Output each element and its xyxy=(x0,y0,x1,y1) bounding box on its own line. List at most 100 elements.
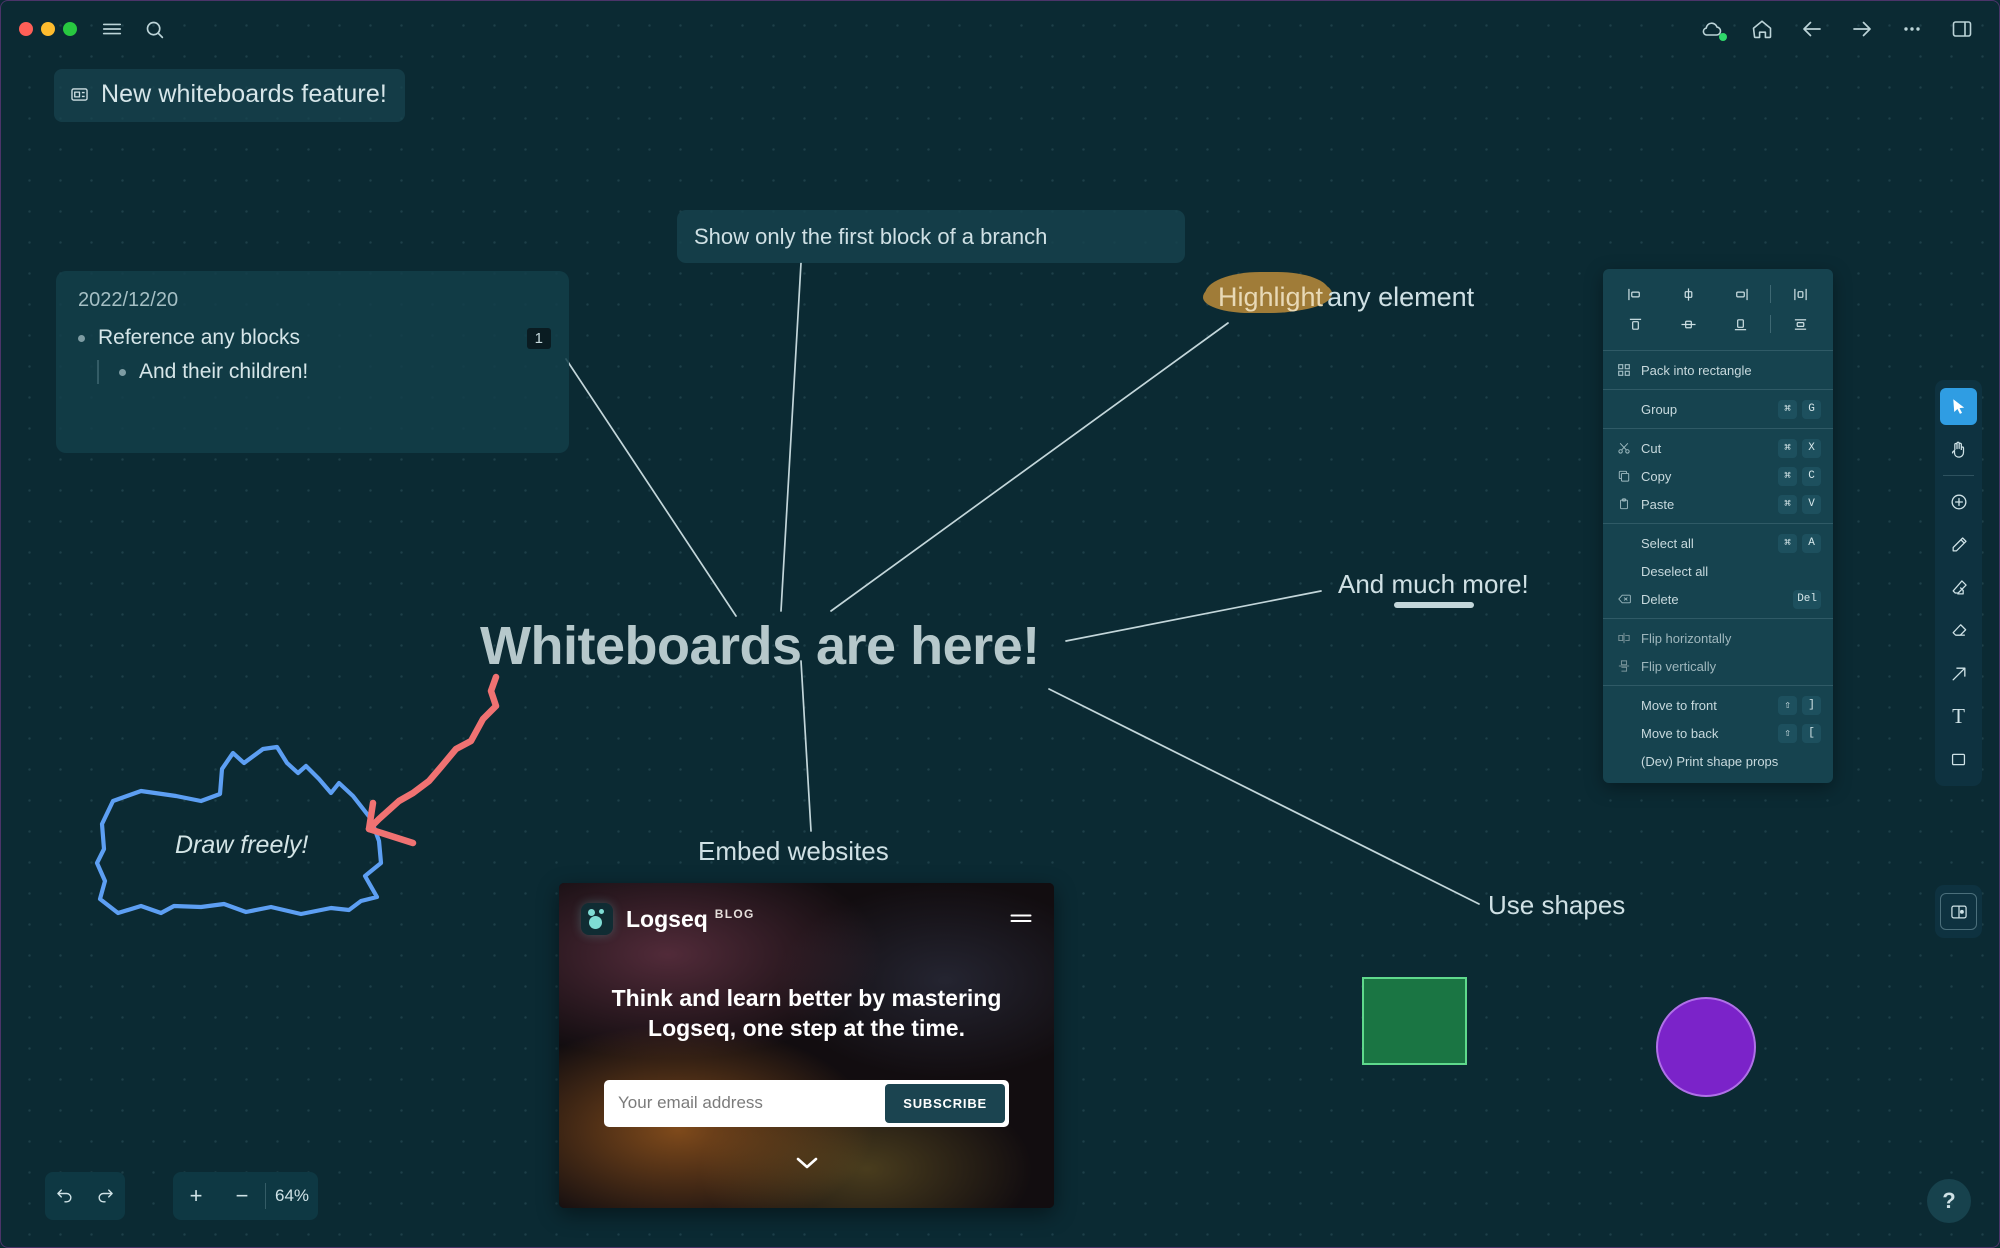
menu-item-copy[interactable]: Copy ⌘ C xyxy=(1603,462,1833,490)
shortcut-key: V xyxy=(1802,494,1821,514)
draw-freely-label[interactable]: Draw freely! xyxy=(175,831,308,860)
zoom-in-button[interactable]: + xyxy=(173,1172,219,1220)
tools-toolbar[interactable]: T xyxy=(1935,380,1982,786)
menu-item-paste[interactable]: Paste ⌘ V xyxy=(1603,490,1833,518)
page-title-pill[interactable]: New whiteboards feature! xyxy=(54,69,405,122)
zoom-controls[interactable]: + − 64% xyxy=(173,1172,318,1220)
embed-hamburger-icon[interactable] xyxy=(1010,907,1032,931)
arrow-head xyxy=(365,799,417,847)
shortcut-key: ⇧ xyxy=(1778,695,1797,715)
close-window-button[interactable] xyxy=(19,22,33,36)
block-parent-text: Reference any blocks xyxy=(98,326,300,349)
highlight-label[interactable]: Highlight any element xyxy=(1214,282,1474,313)
branch-card[interactable]: Show only the first block of a branch xyxy=(677,210,1185,263)
shortcut-key: Del xyxy=(1793,589,1821,609)
block-child-text: And their children! xyxy=(139,360,309,383)
menu-divider xyxy=(1770,285,1772,303)
logseq-portal-tool[interactable] xyxy=(1940,893,1977,930)
menu-item-label: Deselect all xyxy=(1641,563,1709,579)
forward-arrow-icon[interactable] xyxy=(1845,12,1879,46)
window-traffic-lights xyxy=(19,22,77,36)
zoom-out-button[interactable]: − xyxy=(219,1172,265,1220)
menu-item-deselect-all[interactable]: Deselect all xyxy=(1603,557,1833,585)
block-reference-count-badge[interactable]: 1 xyxy=(526,328,551,349)
embedded-website[interactable]: Logseq BLOG Think and learn better by ma… xyxy=(559,883,1054,1208)
menu-item-cut[interactable]: Cut ⌘ X xyxy=(1603,434,1833,462)
embed-websites-label[interactable]: Embed websites xyxy=(698,836,889,867)
menu-item-move-to-back[interactable]: Move to back ⇧ [ xyxy=(1603,719,1833,747)
shortcut-key: ⌘ xyxy=(1778,466,1797,486)
menu-item-move-to-front[interactable]: Move to front ⇧ ] xyxy=(1603,691,1833,719)
align-left-icon[interactable] xyxy=(1609,281,1662,307)
menu-item-select-all[interactable]: Select all ⌘ A xyxy=(1603,529,1833,557)
text-tool[interactable]: T xyxy=(1940,698,1977,735)
align-center-horizontal-icon[interactable] xyxy=(1662,281,1715,307)
undo-redo-group[interactable] xyxy=(45,1172,125,1220)
block-row-parent[interactable]: Reference any blocks 1 xyxy=(78,326,551,350)
titlebar-right-actions xyxy=(1695,12,1979,46)
distribute-vertical-icon[interactable] xyxy=(1774,311,1827,337)
menu-item-flip-horizontally[interactable]: Flip horizontally xyxy=(1603,624,1833,652)
home-icon[interactable] xyxy=(1745,12,1779,46)
select-tool[interactable] xyxy=(1940,388,1977,425)
menu-item-label: Copy xyxy=(1641,468,1672,484)
menu-divider xyxy=(1603,389,1833,390)
subscribe-button[interactable]: SUBSCRIBE xyxy=(885,1083,1005,1123)
search-icon[interactable] xyxy=(137,12,171,46)
shortcut-key: ] xyxy=(1802,695,1821,715)
chevron-down-icon[interactable] xyxy=(559,1155,1054,1176)
distribute-horizontal-icon[interactable] xyxy=(1774,281,1827,307)
cloud-sync-icon[interactable] xyxy=(1695,12,1729,46)
menu-item-delete[interactable]: Delete Del xyxy=(1603,585,1833,613)
menu-item-label: Select all xyxy=(1641,535,1694,551)
menu-item-flip-vertically[interactable]: Flip vertically xyxy=(1603,652,1833,680)
flip-vertical-icon xyxy=(1615,660,1633,672)
block-reference-card[interactable]: 2022/12/20 Reference any blocks 1 And th… xyxy=(56,271,569,453)
undo-icon[interactable] xyxy=(47,1172,83,1220)
pencil-tool[interactable] xyxy=(1940,526,1977,563)
shape-circle[interactable] xyxy=(1656,997,1756,1097)
back-arrow-icon[interactable] xyxy=(1795,12,1829,46)
hero-title[interactable]: Whiteboards are here! xyxy=(480,615,1040,677)
align-bottom-icon[interactable] xyxy=(1715,311,1768,337)
hamburger-icon[interactable] xyxy=(95,12,129,46)
arrow-stroke xyxy=(365,673,500,833)
shortcut-key: ⇧ xyxy=(1778,723,1797,743)
eraser-tool[interactable] xyxy=(1940,612,1977,649)
shortcut-key: X xyxy=(1802,438,1821,458)
help-button[interactable]: ? xyxy=(1927,1179,1971,1223)
menu-item-pack-into-rectangle[interactable]: Pack into rectangle xyxy=(1603,356,1833,384)
align-tools-grid xyxy=(1603,275,1833,345)
shortcut-key: [ xyxy=(1802,723,1821,743)
email-field[interactable] xyxy=(608,1084,886,1123)
portal-toolbar[interactable] xyxy=(1935,885,1982,938)
logseq-logo-icon xyxy=(581,903,613,935)
use-shapes-label[interactable]: Use shapes xyxy=(1488,890,1625,921)
zoom-level[interactable]: 64% xyxy=(266,1186,318,1206)
toggle-right-sidebar-icon[interactable] xyxy=(1945,12,1979,46)
shortcut-key: ⌘ xyxy=(1778,494,1797,514)
maximize-window-button[interactable] xyxy=(63,22,77,36)
block-row-child[interactable]: And their children! xyxy=(119,360,547,384)
redo-icon[interactable] xyxy=(87,1172,123,1220)
shape-square[interactable] xyxy=(1362,977,1467,1065)
highlighter-tool[interactable] xyxy=(1940,569,1977,606)
arrow-tool[interactable] xyxy=(1940,655,1977,692)
more-horizontal-icon[interactable] xyxy=(1895,12,1929,46)
context-menu[interactable]: Pack into rectangle Group ⌘ G Cut ⌘ X Co… xyxy=(1603,269,1833,783)
add-tool[interactable] xyxy=(1940,483,1977,520)
menu-item-label: Flip vertically xyxy=(1641,658,1717,674)
pan-tool[interactable] xyxy=(1940,431,1977,468)
much-more-label[interactable]: And much more! xyxy=(1338,569,1529,600)
shortcut-key: ⌘ xyxy=(1778,438,1797,458)
whiteboard-app: New whiteboards feature! Whiteboards are… xyxy=(0,0,2000,1248)
menu-item-group[interactable]: Group ⌘ G xyxy=(1603,395,1833,423)
rectangle-tool[interactable] xyxy=(1940,741,1977,778)
minimize-window-button[interactable] xyxy=(41,22,55,36)
align-right-icon[interactable] xyxy=(1715,281,1768,307)
align-top-icon[interactable] xyxy=(1609,311,1662,337)
menu-item-label: Move to front xyxy=(1641,697,1717,713)
block-date: 2022/12/20 xyxy=(78,289,179,311)
align-center-vertical-icon[interactable] xyxy=(1662,311,1715,337)
menu-item-print-shape-props[interactable]: (Dev) Print shape props xyxy=(1603,747,1833,775)
